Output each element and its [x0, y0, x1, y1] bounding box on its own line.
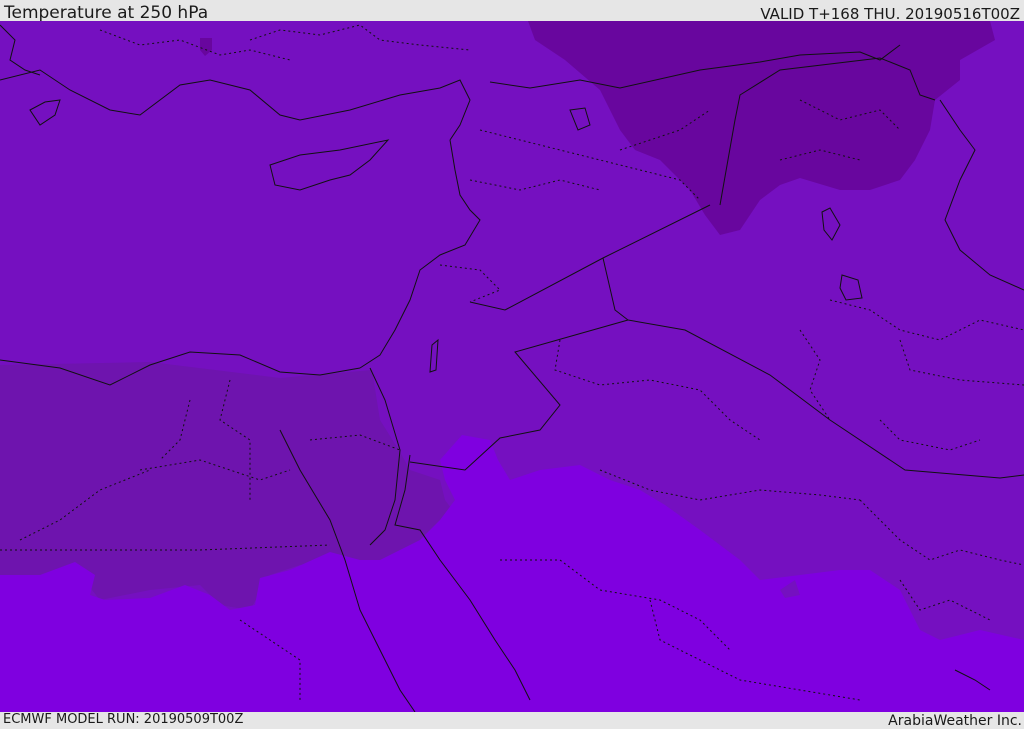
- footer-bar: ECMWF MODEL RUN: 20190509T00Z ArabiaWeat…: [0, 712, 1024, 729]
- weather-map-page: Temperature at 250 hPa VALID T+168 THU. …: [0, 0, 1024, 729]
- map-title: Temperature at 250 hPa: [4, 3, 209, 23]
- map-canvas: [0, 21, 1024, 712]
- credit-label: ArabiaWeather Inc.: [888, 713, 1022, 729]
- temperature-map: [0, 21, 1024, 712]
- model-run-label: ECMWF MODEL RUN: 20190509T00Z: [3, 712, 244, 727]
- header-bar: Temperature at 250 hPa VALID T+168 THU. …: [0, 0, 1024, 23]
